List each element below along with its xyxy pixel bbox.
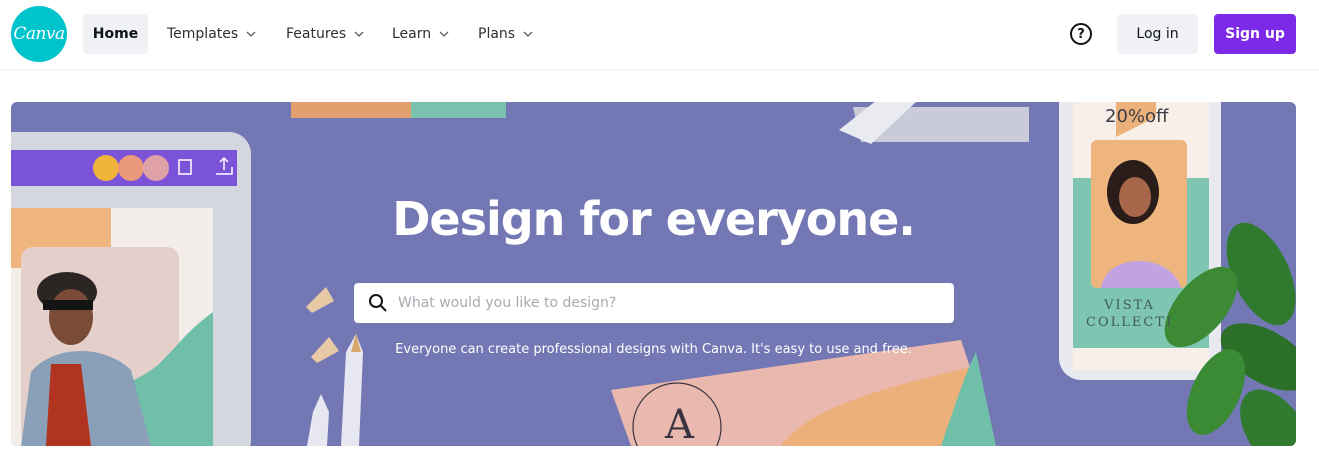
chevron-down-icon (523, 31, 533, 37)
nav-item-plans[interactable]: Plans (478, 14, 533, 54)
chevron-down-icon (439, 31, 449, 37)
hero-title: Design for everyone. (392, 192, 916, 246)
question-circle-icon[interactable]: ? (1070, 23, 1092, 45)
search-icon (369, 294, 387, 312)
vista-line-1: VISTA (1104, 298, 1155, 313)
chevron-down-icon (246, 31, 256, 37)
nav-item-templates[interactable]: Templates (167, 14, 256, 54)
nav-item-learn[interactable]: Learn (392, 14, 449, 54)
nav-item-home-label: Home (92, 26, 139, 42)
nav-item-templates-label: Templates (167, 26, 239, 42)
nav-item-home[interactable]: Home (83, 14, 148, 54)
nav-item-learn-label: Learn (392, 26, 432, 42)
signup-button[interactable]: Sign up (1214, 14, 1296, 54)
vista-text: VISTA COLLECTI (1086, 297, 1173, 331)
search-input[interactable] (398, 295, 938, 311)
top-nav: Canva Home Templates Features Learn Plan… (0, 0, 1319, 70)
promo-text: 20%off (1105, 106, 1169, 127)
canva-logo[interactable]: Canva (11, 6, 67, 62)
nav-item-features[interactable]: Features (286, 14, 364, 54)
hero-tagline: Everyone can create professional designs… (395, 342, 912, 357)
search-bar[interactable] (354, 283, 954, 323)
login-button[interactable]: Log in (1117, 14, 1198, 54)
card-letter: A (665, 402, 694, 446)
nav-item-plans-label: Plans (478, 26, 516, 42)
chevron-down-icon (354, 31, 364, 37)
logo-text: Canva (13, 24, 65, 44)
vista-line-2: COLLECTI (1086, 315, 1174, 330)
hero-banner: 20%off VISTA COLLECTI A Design for every… (11, 102, 1296, 446)
nav-item-features-label: Features (286, 26, 347, 42)
hero-illustration (11, 102, 1296, 446)
help-glyph: ? (1077, 26, 1085, 42)
